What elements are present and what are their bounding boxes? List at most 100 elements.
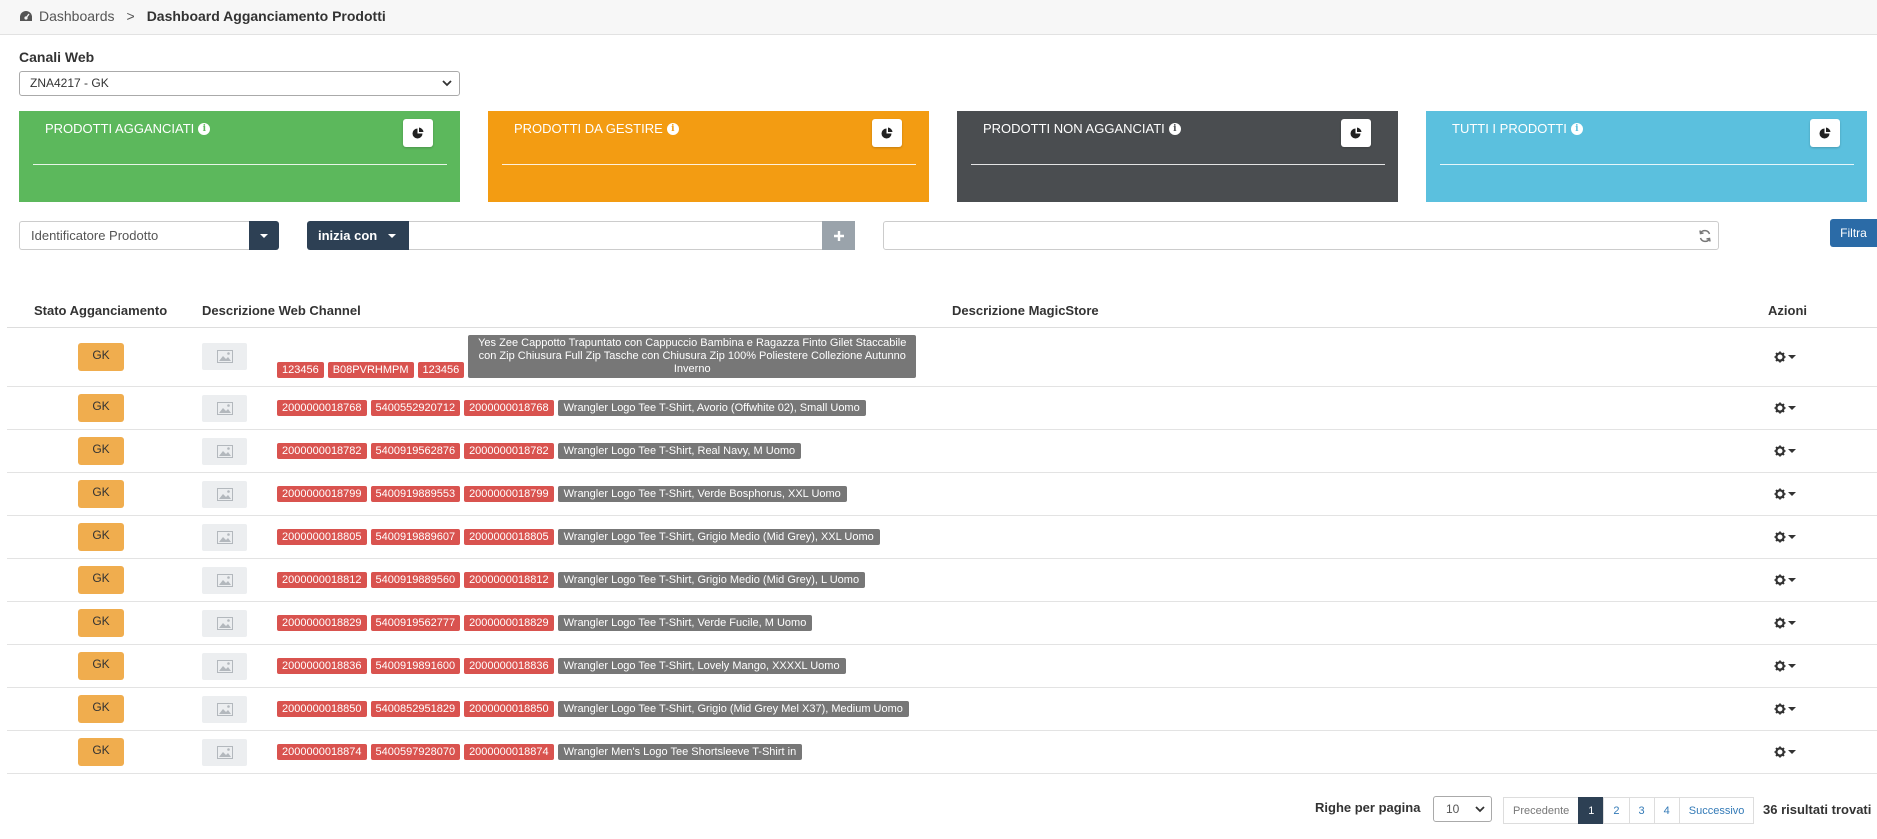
product-code-tag: 2000000018829 [464,615,554,631]
product-codes: 2000000018805 5400919889607 2000000018805 W… [277,529,880,545]
header-stato[interactable]: Stato Agganciamento [34,303,167,318]
row-actions-menu[interactable] [1774,746,1796,758]
field-select-toggle[interactable] [249,221,279,250]
product-thumbnail[interactable] [202,524,247,551]
product-code-tag: 5400852951829 [370,701,461,717]
channel-select[interactable]: ZNA4217 - GK [19,71,460,96]
field-select[interactable]: Identificatore Prodotto [19,221,250,250]
field-select-value: Identificatore Prodotto [31,228,159,243]
product-code-tag: 2000000018812 [464,572,554,588]
row-actions-menu[interactable] [1774,574,1796,586]
product-code-tag: 123456 [277,362,324,378]
product-code-tag: 2000000018836 [464,658,554,674]
status-badge[interactable]: GK [78,738,124,766]
card-divider [502,164,916,165]
page-button-3[interactable]: 3 [1628,797,1655,824]
row-actions-menu[interactable] [1774,402,1796,414]
gear-icon [1774,703,1786,715]
rows-per-page-select[interactable]: 10 [1433,796,1492,822]
product-thumbnail[interactable] [202,653,247,680]
table-row: GK 2000000018812 5400919889560 200000001881… [7,559,1877,602]
product-thumbnail[interactable] [202,567,247,594]
row-actions-menu[interactable] [1774,445,1796,457]
status-badge[interactable]: GK [78,609,124,637]
gear-icon [1774,351,1786,363]
table-row: GK 123456 B08PVRHMPM 123456 Yes Zee Cappotto… [7,328,1877,387]
add-filter-button[interactable] [822,221,855,250]
filter-button[interactable]: Filtra [1830,219,1877,247]
product-thumbnail[interactable] [202,343,247,370]
prev-page-button[interactable]: Precedente [1503,797,1580,824]
table-row: GK 2000000018850 5400852951829 200000001885… [7,688,1877,731]
filter-value-input[interactable] [409,221,823,250]
row-actions-menu[interactable] [1774,488,1796,500]
product-thumbnail[interactable] [202,696,247,723]
gear-icon [1774,574,1786,586]
header-web-channel[interactable]: Descrizione Web Channel [202,303,361,318]
row-actions-menu[interactable] [1774,617,1796,629]
card-title-text: PRODOTTI AGGANCIATI [45,121,195,136]
operator-label: inizia con [318,228,378,243]
chart-button[interactable] [1341,119,1371,147]
breadcrumb-dashboards-link[interactable]: Dashboards [39,8,115,24]
status-badge[interactable]: GK [78,394,124,422]
product-code-tag: 2000000018805 [277,529,367,545]
product-codes: 2000000018829 5400919562777 2000000018829 W… [277,615,813,631]
product-description-tag: Wrangler Logo Tee T-Shirt, Grigio (Mid G… [557,701,909,717]
status-badge[interactable]: GK [78,566,124,594]
product-code-tag: 2000000018805 [464,529,554,545]
card-title: PRODOTTI DA GESTIRE i [514,121,679,136]
caret-down-icon [1788,620,1796,625]
product-code-tag: 5400919562876 [370,443,461,459]
product-code-tag: 123456 [417,362,465,378]
page-button-1[interactable]: 1 [1578,797,1605,824]
status-badge[interactable]: GK [78,523,124,551]
product-code-tag: 2000000018836 [277,658,367,674]
chart-button[interactable] [1810,119,1840,147]
header-magicstore[interactable]: Descrizione MagicStore [952,303,1099,318]
product-code-tag: 2000000018850 [464,701,554,717]
product-thumbnail[interactable] [202,610,247,637]
status-badge[interactable]: GK [78,343,124,371]
caret-down-icon [388,233,397,238]
product-code-tag: 5400552920712 [370,400,461,416]
info-icon[interactable]: i [1570,122,1583,135]
product-code-tag: 2000000018782 [277,443,367,459]
info-icon[interactable]: i [1168,122,1181,135]
card-divider [33,164,447,165]
product-codes: 2000000018836 5400919891600 2000000018836 W… [277,658,846,674]
card-divider [971,164,1385,165]
info-icon[interactable]: i [666,122,679,135]
product-description-tag: Wrangler Logo Tee T-Shirt, Verde Bosphor… [557,486,847,502]
row-actions-menu[interactable] [1774,531,1796,543]
product-thumbnail[interactable] [202,481,247,508]
product-thumbnail[interactable] [202,438,247,465]
product-thumbnail[interactable] [202,395,247,422]
caret-down-icon [1788,491,1796,496]
product-code-tag: 5400919562777 [370,615,461,631]
page-button-4[interactable]: 4 [1653,797,1680,824]
summary-card: PRODOTTI AGGANCIATI i [19,111,460,202]
next-page-button[interactable]: Successivo [1678,797,1755,824]
operator-dropdown[interactable]: inizia con [307,221,409,250]
status-badge[interactable]: GK [78,480,124,508]
product-description-tag: Wrangler Logo Tee T-Shirt, Real Navy, M … [557,443,802,459]
product-thumbnail[interactable] [202,739,247,766]
info-icon[interactable]: i [198,122,211,135]
product-codes: 2000000018799 5400919889553 2000000018799 W… [277,486,847,502]
status-badge[interactable]: GK [78,652,124,680]
row-actions-menu[interactable] [1774,351,1796,363]
gear-icon [1774,617,1786,629]
chart-button[interactable] [403,119,433,147]
status-badge[interactable]: GK [78,437,124,465]
chart-button[interactable] [872,119,902,147]
row-actions-menu[interactable] [1774,703,1796,715]
caret-down-icon [260,233,268,238]
pie-chart-icon [1350,127,1362,139]
refresh-icon[interactable] [1698,229,1712,243]
row-actions-menu[interactable] [1774,660,1796,672]
page-button-2[interactable]: 2 [1603,797,1630,824]
search-input[interactable] [883,221,1719,250]
status-badge[interactable]: GK [78,695,124,723]
image-placeholder-icon [216,488,233,501]
